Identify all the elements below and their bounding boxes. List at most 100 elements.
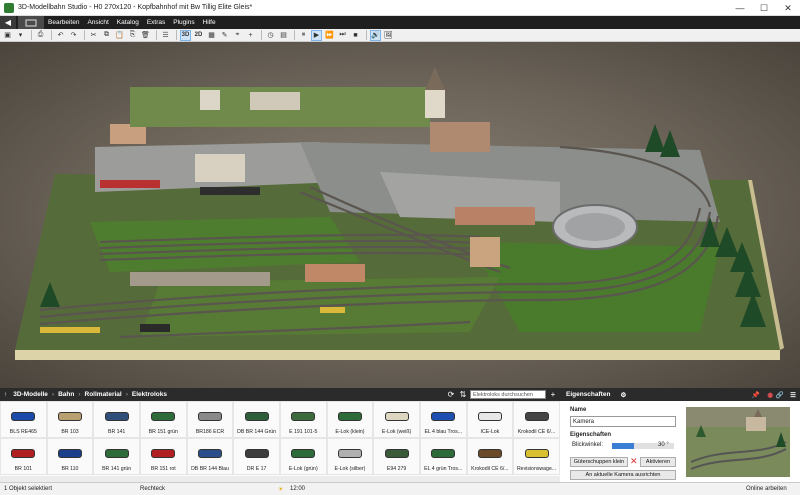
- maximize-button[interactable]: ☐: [752, 0, 776, 16]
- name-field[interactable]: Kamera: [570, 416, 676, 427]
- library-item[interactable]: EL 4 grün Tros...: [419, 438, 467, 475]
- menu-bearbeiten[interactable]: Bearbeiten: [44, 19, 83, 26]
- library-item[interactable]: E 191 101-5: [279, 401, 327, 438]
- breadcrumb-3d-models[interactable]: 3D-Modelle: [11, 391, 50, 398]
- library-item[interactable]: BR 141 grün: [93, 438, 140, 475]
- delete-icon[interactable]: 🗑: [140, 30, 151, 41]
- menu-extras[interactable]: Extras: [143, 19, 169, 26]
- library-item[interactable]: DB BR 144 Blau: [186, 438, 234, 475]
- locomotive-icon: [384, 411, 409, 421]
- library-item[interactable]: Krokodil CE 6/...: [466, 438, 514, 475]
- locomotive-icon: [524, 411, 549, 421]
- menu-plugins[interactable]: Plugins: [169, 19, 198, 26]
- locomotive-thumbnail: [99, 406, 135, 426]
- dropdown-icon[interactable]: ▾: [15, 30, 26, 41]
- library-item[interactable]: E-Lok (silber): [326, 438, 374, 475]
- align-camera-button[interactable]: An aktuelle Kamera ausrichten: [570, 470, 676, 480]
- filter-icon[interactable]: ⇅: [458, 389, 468, 399]
- lock-button[interactable]: Güterschuppen klein: [570, 457, 628, 467]
- cut-icon[interactable]: ✂: [88, 30, 99, 41]
- edit-icon[interactable]: ✎: [219, 30, 230, 41]
- locomotive-thumbnail: [5, 406, 41, 426]
- library-item-label: BR186 ECR: [195, 429, 225, 435]
- close-button[interactable]: ✕: [776, 0, 800, 16]
- layout-scene: [15, 67, 784, 360]
- library-item[interactable]: BR 101: [0, 438, 47, 475]
- view-3d-button[interactable]: 3D: [180, 29, 191, 41]
- play-icon[interactable]: ▶: [311, 29, 322, 41]
- breadcrumb-rollmaterial[interactable]: Rollmaterial: [83, 391, 124, 398]
- activate-button[interactable]: Aktivieren: [640, 457, 676, 467]
- library-item[interactable]: E-Lok (weiß): [373, 401, 420, 438]
- menu-hilfe[interactable]: Hilfe: [199, 19, 220, 26]
- library-item[interactable]: E-Lok (klein): [326, 401, 374, 438]
- screenshot-icon[interactable]: 🖼: [383, 30, 394, 41]
- breadcrumb-elektroloks[interactable]: Elektroloks: [130, 391, 169, 398]
- undo-icon[interactable]: ↶: [55, 30, 66, 41]
- view-2d-button[interactable]: 2D: [193, 30, 204, 41]
- breadcrumb-bahn[interactable]: Bahn: [56, 391, 76, 398]
- library-item[interactable]: BR 151 rot: [139, 438, 187, 475]
- library-item-label: BR 141 grün: [102, 466, 132, 472]
- pause-icon[interactable]: ⏸: [298, 30, 309, 41]
- library-item-label: E-Lok (klein): [335, 429, 365, 435]
- stop-icon[interactable]: ■: [350, 30, 361, 41]
- library-item[interactable]: ICE-Lok: [466, 401, 514, 438]
- library-item[interactable]: Krokodil CE 6/...: [513, 401, 560, 438]
- menu-icon[interactable]: ☰: [790, 391, 796, 399]
- minimize-button[interactable]: —: [728, 0, 752, 16]
- redo-icon[interactable]: ↷: [68, 30, 79, 41]
- home-tab[interactable]: [18, 16, 44, 29]
- library-item[interactable]: BR 151 grün: [139, 401, 187, 438]
- link-icon[interactable]: 🔗: [776, 391, 784, 399]
- library-item-label: E 191 101-5: [289, 429, 318, 435]
- pin-icon[interactable]: 📌: [752, 391, 760, 399]
- print-icon[interactable]: ⎙: [35, 30, 46, 41]
- locomotive-thumbnail: [239, 406, 275, 426]
- library-search-input[interactable]: Elektroloks durchsuchen: [470, 390, 546, 399]
- faster-icon[interactable]: ⏭: [337, 30, 348, 41]
- document-icon[interactable]: ▤: [278, 30, 289, 41]
- library-item[interactable]: EL 4 blau Tros...: [419, 401, 467, 438]
- locomotive-icon: [431, 411, 456, 421]
- refresh-icon[interactable]: ⟳: [446, 389, 456, 399]
- 3d-viewport[interactable]: [0, 42, 800, 388]
- clock-icon[interactable]: ◷: [265, 30, 276, 41]
- settings-icon[interactable]: ⚙: [620, 391, 626, 399]
- menu-ansicht[interactable]: Ansicht: [83, 19, 112, 26]
- library-item[interactable]: DB BR 144 Grün: [233, 401, 280, 438]
- sound-icon[interactable]: 🔊: [370, 29, 381, 41]
- locomotive-icon: [337, 448, 362, 458]
- arrow-up-icon[interactable]: ↑: [0, 391, 11, 398]
- save-icon[interactable]: ▣: [2, 30, 13, 41]
- add-icon[interactable]: +: [245, 30, 256, 41]
- visibility-icon[interactable]: ◉: [767, 391, 773, 399]
- grid-icon[interactable]: ▦: [206, 30, 217, 41]
- library-item[interactable]: BR 103: [46, 401, 94, 438]
- library-item[interactable]: BR186 ECR: [186, 401, 234, 438]
- locomotive-icon: [431, 448, 456, 458]
- library-item[interactable]: BR 110: [46, 438, 94, 475]
- list-icon[interactable]: ☰: [160, 30, 171, 41]
- menu-katalog[interactable]: Katalog: [113, 19, 143, 26]
- clear-icon[interactable]: ✕: [630, 456, 638, 467]
- library-item[interactable]: DR E 17: [233, 438, 280, 475]
- properties-title: Eigenschaften: [566, 391, 611, 398]
- library-item[interactable]: E94 279: [373, 438, 420, 475]
- library-item[interactable]: E-Lok (grün): [279, 438, 327, 475]
- paste-icon[interactable]: 📋: [114, 30, 125, 41]
- pin-icon[interactable]: ⌖: [232, 30, 243, 41]
- library-item[interactable]: Revisionswage...: [513, 438, 560, 475]
- locomotive-icon: [244, 411, 269, 421]
- library-item-label: E-Lok (weiß): [381, 429, 412, 435]
- add-icon[interactable]: +: [548, 389, 558, 399]
- library-item[interactable]: BR 141: [93, 401, 140, 438]
- online-status[interactable]: Online arbeiten: [746, 486, 787, 492]
- locomotive-thumbnail: [285, 443, 321, 463]
- library-item[interactable]: BLS RE465: [0, 401, 47, 438]
- duplicate-icon[interactable]: ⎘: [127, 30, 138, 41]
- back-button[interactable]: ◀: [0, 16, 16, 29]
- fast-forward-icon[interactable]: ⏩: [324, 30, 335, 41]
- properties-panel: Name Kamera Eigenschaften Blickwinkel: 3…: [560, 401, 800, 482]
- copy-icon[interactable]: ⧉: [101, 30, 112, 41]
